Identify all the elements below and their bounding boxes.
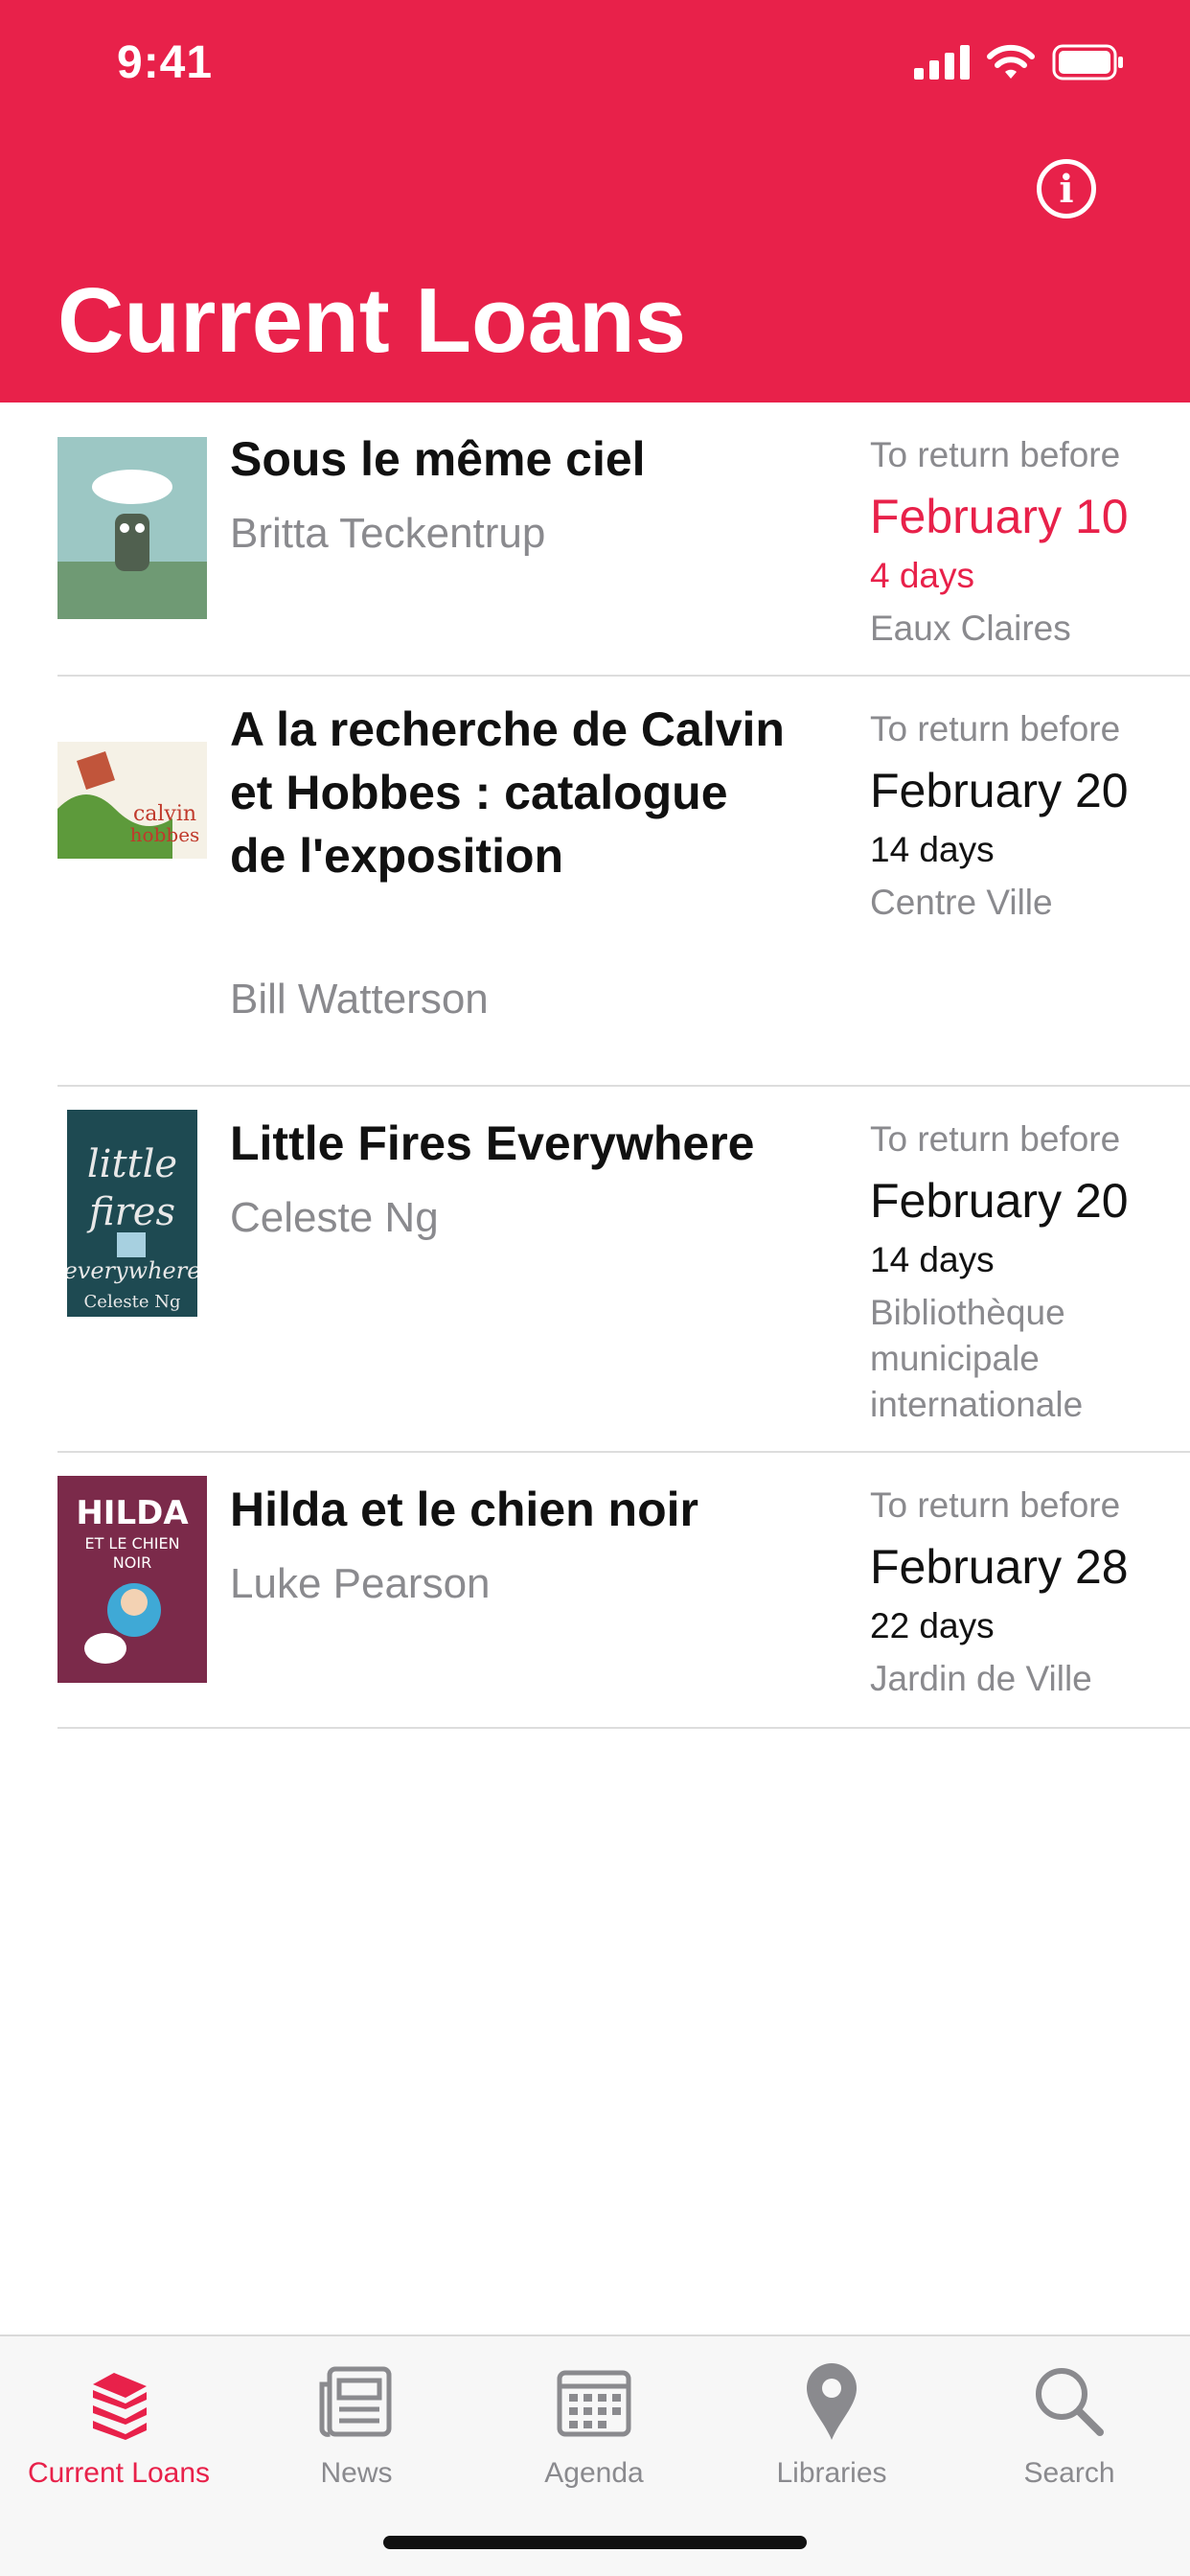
svg-text:everywhere: everywhere [67, 1257, 197, 1284]
library-name: Centre Ville [870, 883, 1053, 922]
location-pin-icon [807, 2363, 857, 2440]
battery-icon [1052, 44, 1123, 80]
tab-search[interactable]: Search [950, 2356, 1188, 2499]
magnifier-icon [1036, 2368, 1104, 2436]
tab-agenda[interactable]: Agenda [475, 2356, 713, 2499]
days-remaining: 4 days [870, 556, 975, 595]
due-info: To return before February 28 22 days Jar… [870, 1482, 1186, 1702]
status-icons [914, 44, 1125, 80]
due-info: To return before February 10 4 days Eaux… [870, 431, 1186, 652]
loan-row[interactable]: calvin hobbes A la recherche de Calvin e… [57, 677, 1190, 1087]
info-icon: i [1059, 166, 1074, 212]
tab-current-loans[interactable]: Current Loans [0, 2356, 238, 2499]
book-cover-image: calvin hobbes [57, 742, 207, 859]
book-title: A la recherche de Calvin et Hobbes : cat… [230, 702, 785, 883]
loan-row[interactable]: little fires everywhere Celeste Ng Littl… [57, 1087, 1190, 1453]
tab-label: Search [1023, 2457, 1115, 2489]
wifi-icon [987, 44, 1035, 79]
svg-text:hobbes: hobbes [130, 823, 200, 846]
calendar-icon [557, 2370, 631, 2437]
days-remaining: 14 days [870, 1240, 995, 1279]
svg-text:NOIR: NOIR [113, 1553, 151, 1572]
due-date: February 20 [870, 1174, 1129, 1228]
tab-news[interactable]: News [238, 2356, 475, 2499]
svg-text:Celeste Ng: Celeste Ng [84, 1292, 181, 1312]
svg-text:fires: fires [86, 1190, 175, 1234]
due-info: To return before February 20 14 days Cen… [870, 705, 1186, 926]
tab-label: News [320, 2457, 393, 2489]
navigation-header: 9:41 i Current Loans [0, 0, 1190, 402]
book-cover-image: little fires everywhere Celeste Ng [67, 1110, 197, 1317]
book-title: Sous le même ciel [230, 432, 646, 486]
due-info: To return before February 20 14 days Bib… [870, 1116, 1186, 1428]
svg-text:HILDA: HILDA [76, 1494, 189, 1532]
books-stack-icon [93, 2373, 147, 2440]
library-name: Bibliothèque municipale internationale [870, 1293, 1084, 1424]
book-title: Hilda et le chien noir [230, 1483, 698, 1536]
book-title: Little Fires Everywhere [230, 1116, 755, 1170]
due-caption: To return before [870, 1119, 1121, 1159]
library-name: Jardin de Ville [870, 1659, 1092, 1698]
status-time: 9:41 [117, 37, 214, 88]
newspaper-icon [319, 2366, 392, 2437]
tab-label: Libraries [776, 2457, 887, 2489]
info-button[interactable]: i [1037, 159, 1096, 218]
days-remaining: 14 days [870, 830, 995, 869]
book-author: Luke Pearson [230, 1560, 491, 1607]
loan-row[interactable]: HILDA ET LE CHIEN NOIR Hilda et le chien… [57, 1453, 1190, 1729]
due-caption: To return before [870, 435, 1121, 474]
svg-text:ET LE CHIEN: ET LE CHIEN [84, 1534, 179, 1552]
book-author: Celeste Ng [230, 1194, 439, 1241]
book-cover-image [57, 437, 207, 619]
library-name: Eaux Claires [870, 609, 1071, 648]
loan-row[interactable]: Sous le même ciel Britta Teckentrup To r… [57, 402, 1190, 677]
book-cover-image: HILDA ET LE CHIEN NOIR [57, 1476, 207, 1683]
tab-libraries[interactable]: Libraries [713, 2356, 950, 2499]
due-date: February 28 [870, 1540, 1129, 1594]
page-title: Current Loans [57, 269, 687, 372]
due-caption: To return before [870, 1485, 1121, 1525]
svg-text:little: little [87, 1142, 177, 1186]
tab-label: Agenda [544, 2457, 644, 2489]
due-caption: To return before [870, 709, 1121, 748]
book-author: Bill Watterson [230, 976, 489, 1023]
due-date: February 20 [870, 764, 1129, 817]
home-indicator [383, 2536, 807, 2549]
tab-label: Current Loans [27, 2457, 211, 2489]
signal-icon [914, 45, 970, 80]
due-date: February 10 [870, 490, 1129, 543]
days-remaining: 22 days [870, 1606, 995, 1645]
book-author: Britta Teckentrup [230, 510, 546, 557]
